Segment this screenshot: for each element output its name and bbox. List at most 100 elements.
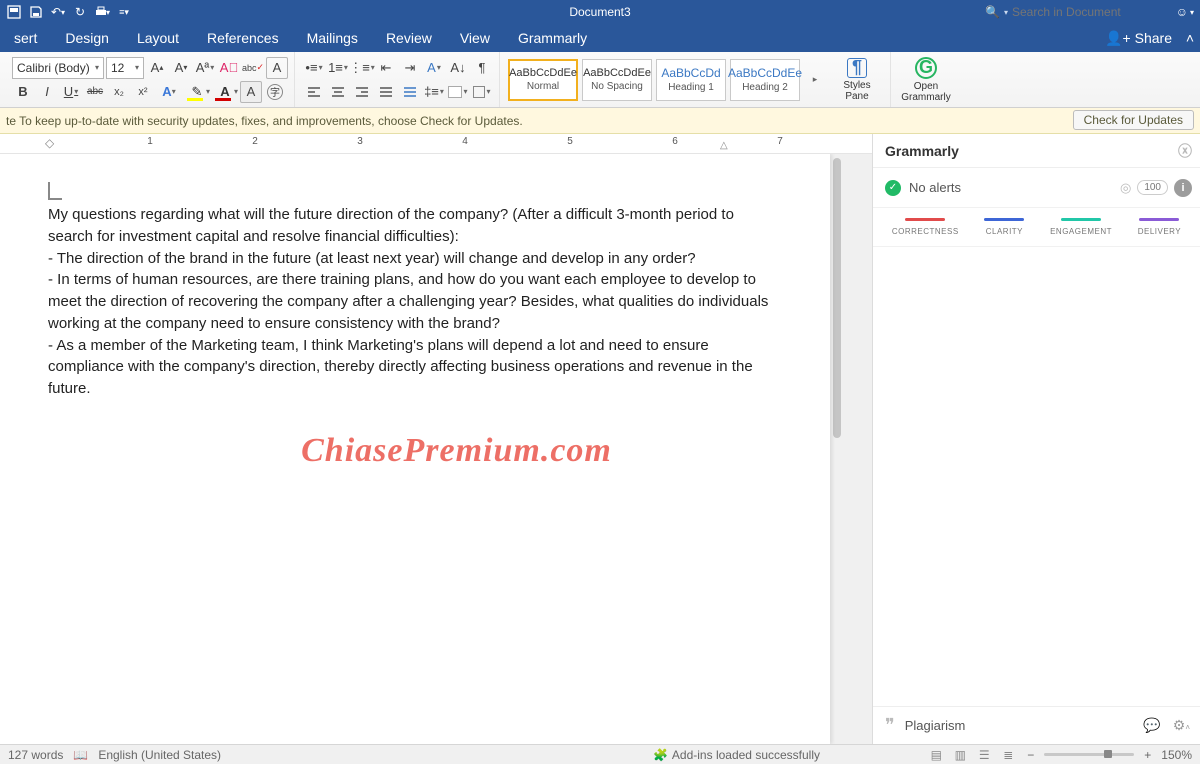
document-canvas[interactable]: My questions regarding what will the fut… — [0, 154, 872, 744]
show-marks-icon[interactable]: ¶ — [471, 57, 493, 79]
outline-view-icon[interactable]: ≣ — [999, 748, 1017, 762]
ribbon: Calibri (Body)▾ 12▾ A▴ A▾ Aª▾ A⃠ abc✓ A … — [0, 52, 1200, 108]
feedback-icon[interactable]: ☺▾ — [1176, 5, 1194, 19]
ribbon-collapse-icon[interactable]: ˄ — [1186, 24, 1194, 52]
shading-icon[interactable]: ▾ — [447, 81, 469, 103]
clear-format-icon[interactable]: A⃠ — [218, 57, 240, 79]
grammarly-header: Grammarly ⓧ — [873, 134, 1200, 168]
text-effects-icon[interactable]: A▾ — [156, 81, 182, 103]
chat-icon[interactable]: 💬 — [1143, 717, 1160, 734]
tab-references[interactable]: References — [193, 24, 293, 52]
highlight-color-icon[interactable]: ✎▾ — [184, 81, 210, 103]
multilevel-icon[interactable]: ⋮≡▾ — [351, 57, 373, 79]
doc-paragraph[interactable]: - In terms of human resources, are there… — [48, 269, 782, 334]
doc-paragraph[interactable]: - As a member of the Marketing team, I t… — [48, 335, 782, 400]
cat-engagement[interactable]: ENGAGEMENT — [1050, 218, 1112, 236]
text-cursor — [48, 182, 62, 200]
doc-paragraph[interactable]: - The direction of the brand in the futu… — [48, 248, 782, 270]
score-badge[interactable]: 100 — [1137, 180, 1168, 195]
word-count[interactable]: 127 words — [8, 748, 63, 762]
doc-paragraph[interactable]: My questions regarding what will the fut… — [48, 204, 782, 248]
font-name-select[interactable]: Calibri (Body)▾ — [12, 57, 104, 79]
horizontal-ruler[interactable]: 1 2 3 4 5 6 7 ◇ △ — [0, 134, 872, 154]
spellcheck-icon[interactable]: 📖 — [73, 748, 88, 762]
style-normal[interactable]: AaBbCcDdEeNormal — [508, 59, 578, 101]
tab-design[interactable]: Design — [51, 24, 123, 52]
superscript-button[interactable]: x² — [132, 81, 154, 103]
style-no-spacing[interactable]: AaBbCcDdEeNo Spacing — [582, 59, 652, 101]
increase-indent-icon[interactable]: ⇥ — [399, 57, 421, 79]
print-layout-icon[interactable]: ▥ — [951, 748, 969, 762]
character-border-icon[interactable]: A — [266, 57, 288, 79]
tab-review[interactable]: Review — [372, 24, 446, 52]
vertical-scrollbar[interactable] — [830, 154, 844, 744]
tab-grammarly[interactable]: Grammarly — [504, 24, 601, 52]
align-right-icon[interactable] — [351, 81, 373, 103]
style-gallery-more-icon[interactable]: ▸ — [806, 59, 824, 101]
borders-icon[interactable]: ▾ — [471, 81, 493, 103]
sort-icon[interactable]: A↓ — [447, 57, 469, 79]
scrollbar-thumb[interactable] — [833, 158, 841, 438]
tab-view[interactable]: View — [446, 24, 504, 52]
undo-icon[interactable]: ↶▾ — [50, 4, 66, 20]
language-status[interactable]: English (United States) — [98, 748, 221, 762]
italic-button[interactable]: I — [36, 81, 58, 103]
info-icon[interactable]: i — [1174, 179, 1192, 197]
cat-clarity[interactable]: CLARITY — [984, 218, 1024, 236]
align-center-icon[interactable] — [327, 81, 349, 103]
subscript-button[interactable]: x₂ — [108, 81, 130, 103]
style-heading-1[interactable]: AaBbCcDdHeading 1 — [656, 59, 726, 101]
web-layout-icon[interactable]: ☰ — [975, 748, 993, 762]
check-updates-button[interactable]: Check for Updates — [1073, 110, 1194, 130]
settings-icon[interactable]: ⚙˄ — [1173, 717, 1190, 734]
print-icon[interactable]: ▾ — [94, 4, 110, 20]
ltr-icon[interactable]: A▾ — [423, 57, 445, 79]
tab-layout[interactable]: Layout — [123, 24, 193, 52]
styles-pane-button[interactable]: ¶ Styles Pane — [830, 58, 884, 102]
document-page[interactable]: My questions regarding what will the fut… — [0, 154, 830, 744]
save-icon[interactable] — [28, 4, 44, 20]
zoom-level[interactable]: 150% — [1161, 748, 1192, 762]
style-heading-2[interactable]: AaBbCcDdEeHeading 2 — [730, 59, 800, 101]
zoom-knob[interactable] — [1104, 750, 1112, 758]
share-button[interactable]: 👤+Share — [1105, 24, 1172, 52]
justify-icon[interactable] — [375, 81, 397, 103]
addins-status[interactable]: 🧩 Add-ins loaded successfully — [653, 748, 820, 762]
search-box[interactable]: 🔍 ▾ — [985, 5, 1152, 19]
zoom-slider[interactable] — [1044, 753, 1134, 756]
ruler-right-indent-icon[interactable]: △ — [720, 140, 728, 151]
underline-button[interactable]: U▾ — [60, 81, 82, 103]
tab-insert[interactable]: sert — [0, 24, 51, 52]
qat-more-icon[interactable]: ≡▾ — [116, 4, 132, 20]
distributed-icon[interactable] — [399, 81, 421, 103]
phonetic-icon[interactable]: abc✓ — [242, 57, 264, 79]
ruler-indent-marker-icon[interactable]: ◇ — [45, 136, 54, 150]
font-color-icon[interactable]: A▾ — [212, 81, 238, 103]
enclose-char-icon[interactable]: 字 — [264, 81, 286, 103]
align-left-icon[interactable] — [303, 81, 325, 103]
shrink-font-icon[interactable]: A▾ — [170, 57, 192, 79]
plagiarism-button[interactable]: Plagiarism — [905, 718, 966, 733]
bullets-icon[interactable]: •≡▾ — [303, 57, 325, 79]
bold-button[interactable]: B — [12, 81, 34, 103]
line-spacing-icon[interactable]: ‡≡▾ — [423, 81, 445, 103]
tab-mailings[interactable]: Mailings — [293, 24, 372, 52]
autosave-icon[interactable] — [6, 4, 22, 20]
open-grammarly-button[interactable]: G Open Grammarly — [899, 58, 953, 102]
cat-correctness[interactable]: CORRECTNESS — [892, 218, 959, 236]
close-icon[interactable]: ⓧ — [1178, 141, 1192, 161]
zoom-in-icon[interactable]: + — [1144, 748, 1151, 762]
search-input[interactable] — [1012, 5, 1152, 19]
redo-icon[interactable]: ↻ — [72, 4, 88, 20]
change-case-icon[interactable]: Aª▾ — [194, 57, 216, 79]
numbering-icon[interactable]: 1≡▾ — [327, 57, 349, 79]
grow-font-icon[interactable]: A▴ — [146, 57, 168, 79]
decrease-indent-icon[interactable]: ⇤ — [375, 57, 397, 79]
font-size-select[interactable]: 12▾ — [106, 57, 144, 79]
cat-delivery[interactable]: DELIVERY — [1138, 218, 1181, 236]
strike-button[interactable]: abc — [84, 81, 106, 103]
goals-icon[interactable]: ◎ — [1120, 180, 1131, 196]
zoom-out-icon[interactable]: − — [1027, 748, 1034, 762]
focus-view-icon[interactable]: ▤ — [927, 748, 945, 762]
char-shading-icon[interactable]: A — [240, 81, 262, 103]
